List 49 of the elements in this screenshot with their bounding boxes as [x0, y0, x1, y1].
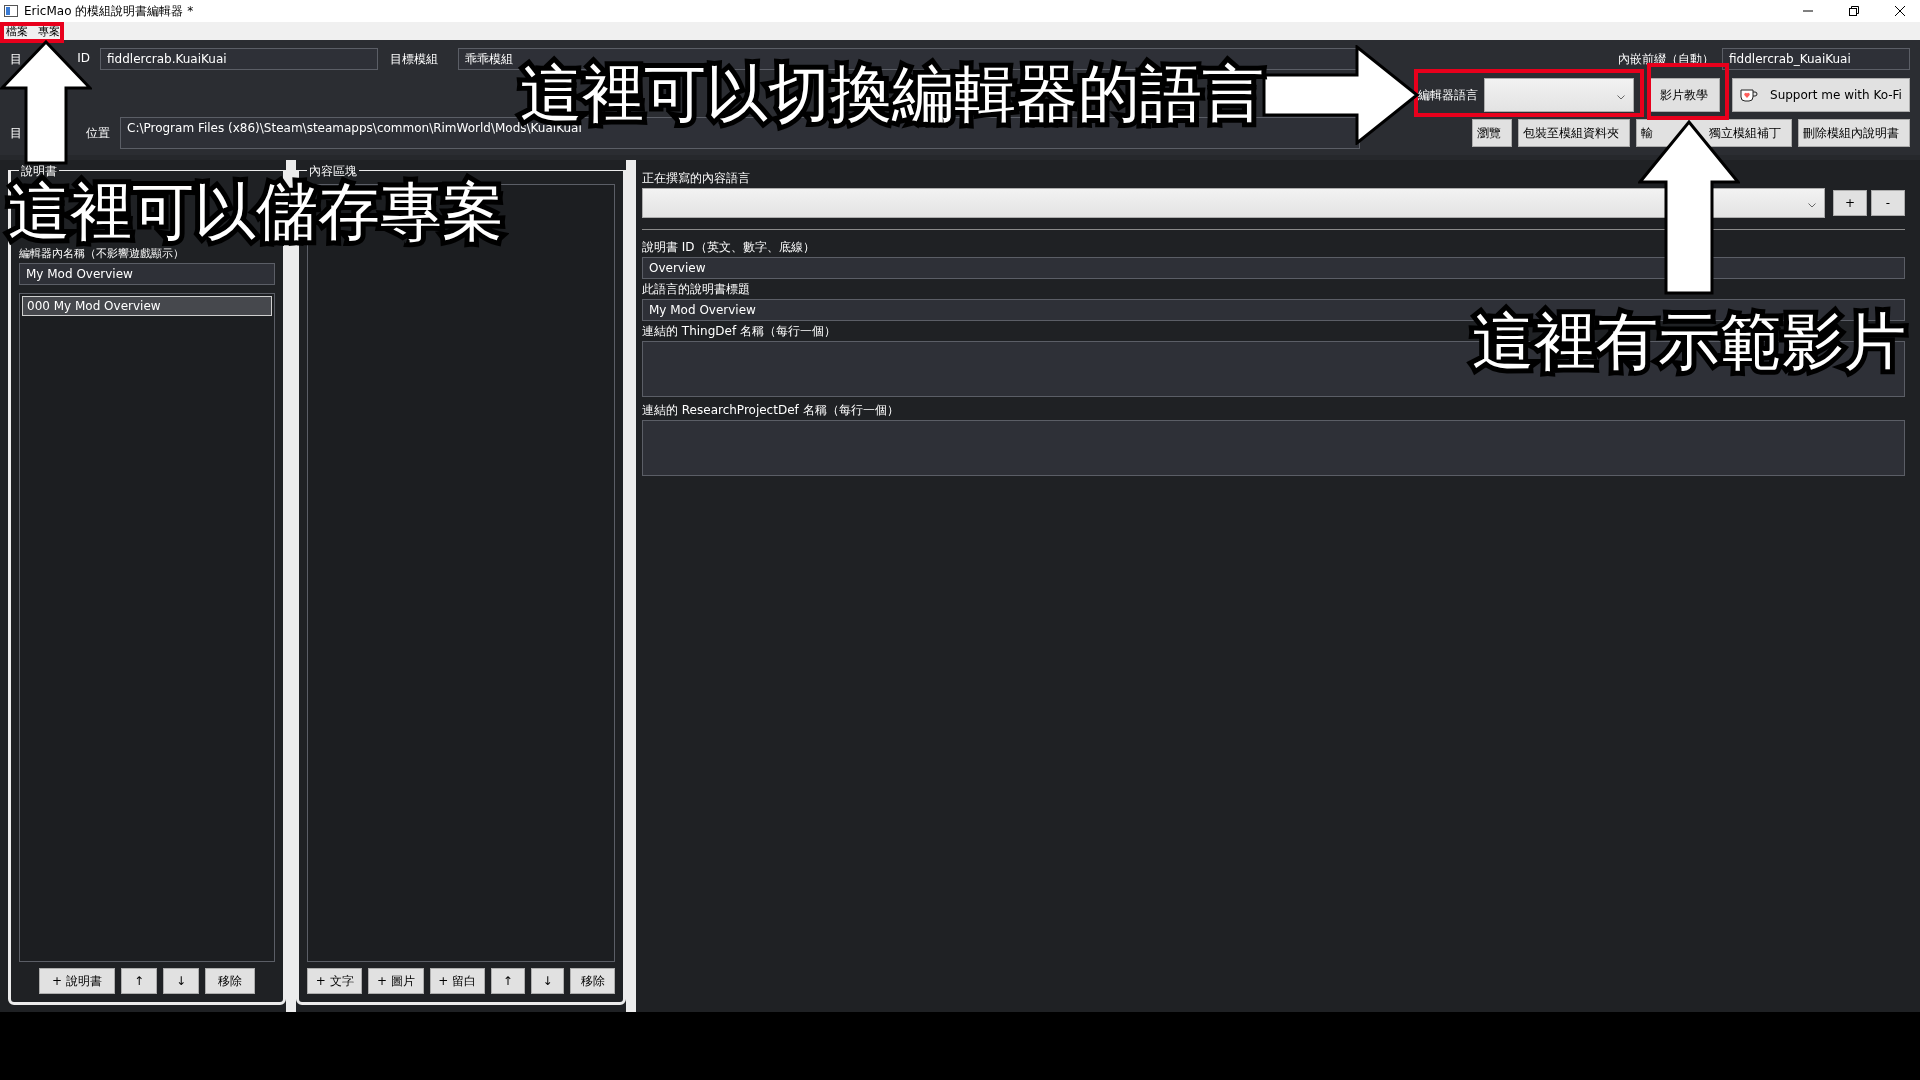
name-field[interactable]: My Mod Overview	[19, 263, 275, 285]
field-label: 編輯器語言	[1418, 86, 1478, 104]
panel-button[interactable]: ↓	[162, 968, 199, 994]
cup-icon	[1740, 88, 1758, 102]
panel-button[interactable]: 移除	[570, 968, 615, 994]
prefix-field[interactable]: fiddlercrab_KuaiKuai	[1722, 48, 1910, 70]
text-field[interactable]: Overview	[642, 257, 1905, 279]
panel-button[interactable]: + 文字	[307, 968, 363, 994]
field-label: 此語言的說明書標題	[642, 281, 751, 298]
panel-button[interactable]: 移除	[205, 968, 255, 994]
field-label: ID	[77, 50, 90, 67]
language-dropdown[interactable]	[1484, 78, 1634, 112]
panel-button[interactable]: + 留白	[429, 968, 485, 994]
field-label: 連結的 ThingDef 名稱（每行一個）	[642, 323, 837, 340]
toolbar-button[interactable]: 瀏覽	[1472, 119, 1512, 147]
field-label: 編輯器內名稱（不影響遊戲顯示）	[19, 246, 185, 261]
add-language-button[interactable]: +	[1833, 190, 1867, 216]
remove-language-button[interactable]: -	[1871, 190, 1905, 216]
toolbar-button[interactable]: 刪除模組內說明書	[1798, 119, 1910, 147]
panel-button[interactable]: + 圖片	[368, 968, 424, 994]
mod-id-field[interactable]: fiddlercrab.KuaiKuai	[100, 48, 378, 70]
window-title: EricMao 的模組說明書編輯器 *	[24, 2, 194, 20]
app-icon	[4, 5, 18, 17]
kofi-button[interactable]: Support me with Ko-Fi	[1732, 78, 1910, 112]
list-item[interactable]: 000 My Mod Overview	[22, 296, 272, 316]
panel-button[interactable]: ↓	[530, 968, 565, 994]
field-label: 位置	[86, 124, 110, 142]
panel-button[interactable]: ↑	[120, 968, 157, 994]
panel-title: 內容區塊	[307, 163, 359, 180]
video-button[interactable]: 影片教學	[1648, 78, 1720, 112]
restore-icon[interactable]	[1848, 5, 1860, 17]
panel-button[interactable]: + 說明書	[39, 968, 115, 994]
field-label: 目標模組	[390, 50, 438, 68]
chevron-icon	[1617, 95, 1625, 100]
toolbar-button[interactable]: 包裝至模組資料夾	[1518, 119, 1630, 147]
close-icon[interactable]	[1894, 5, 1906, 17]
field-label: 說明書 ID（英文、數字、底線）	[642, 239, 816, 256]
menu-item[interactable]: 專案	[38, 23, 60, 39]
right-arrow-icon	[1262, 45, 1420, 145]
field-label: 目	[10, 50, 22, 68]
menu-item[interactable]: 檔案	[6, 23, 28, 39]
panel-button[interactable]: ↑	[490, 968, 525, 994]
field-label: 正在撰寫的內容語言	[642, 170, 751, 187]
field-label: 連結的 ResearchProjectDef 名稱（每行一個）	[642, 402, 900, 419]
content-language-dropdown[interactable]	[642, 188, 1825, 218]
field-label: 目	[10, 124, 22, 142]
highlight-frame	[0, 22, 64, 43]
panel-title: 說明書	[19, 163, 59, 180]
chevron-icon	[1808, 203, 1816, 208]
